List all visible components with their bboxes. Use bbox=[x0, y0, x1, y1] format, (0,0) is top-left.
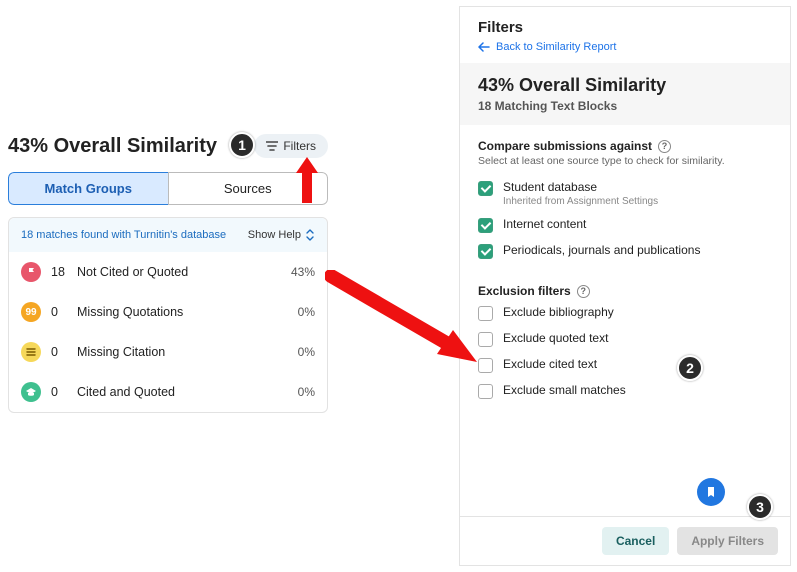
option-label: Exclude cited text bbox=[503, 357, 772, 371]
exclude-bibliography[interactable]: Exclude bibliography bbox=[478, 300, 772, 326]
quote-icon: 99 bbox=[21, 302, 41, 322]
exclude-small-matches[interactable]: Exclude small matches bbox=[478, 378, 772, 404]
option-label: Exclude bibliography bbox=[503, 305, 772, 319]
match-percent: 43% bbox=[291, 265, 315, 279]
filters-button-label: Filters bbox=[283, 139, 316, 153]
match-count: 18 bbox=[51, 265, 67, 279]
cap-icon bbox=[21, 382, 41, 402]
match-count: 0 bbox=[51, 305, 67, 319]
annotation-arrow-diag bbox=[325, 270, 485, 370]
exclude-cited-text[interactable]: Exclude cited text bbox=[478, 352, 772, 378]
exclude-quoted-text[interactable]: Exclude quoted text bbox=[478, 326, 772, 352]
help-icon[interactable]: ? bbox=[658, 140, 671, 153]
match-percent: 0% bbox=[298, 345, 315, 359]
compare-option-internet[interactable]: Internet content bbox=[478, 212, 772, 238]
lines-icon bbox=[21, 342, 41, 362]
option-label: Periodicals, journals and publications bbox=[503, 243, 772, 257]
arrow-left-icon bbox=[478, 42, 490, 52]
compare-desc: Select at least one source type to check… bbox=[478, 155, 772, 167]
option-label: Internet content bbox=[503, 217, 772, 231]
match-count: 0 bbox=[51, 345, 67, 359]
back-to-report-link[interactable]: Back to Similarity Report bbox=[478, 41, 616, 53]
match-label: Missing Quotations bbox=[77, 305, 288, 319]
chevron-sort-icon bbox=[305, 228, 315, 242]
filters-summary: 43% Overall Similarity 18 Matching Text … bbox=[460, 63, 790, 125]
match-groups-card: 18 matches found with Turnitin's databas… bbox=[8, 217, 328, 413]
compare-section: Compare submissions against ? Select at … bbox=[460, 125, 790, 270]
filters-footer: Cancel Apply Filters bbox=[460, 516, 790, 565]
match-label: Missing Citation bbox=[77, 345, 288, 359]
option-label: Student database bbox=[503, 180, 772, 194]
compare-title: Compare submissions against bbox=[478, 139, 652, 153]
checkbox-icon[interactable] bbox=[478, 384, 493, 399]
match-row-not-cited[interactable]: 18 Not Cited or Quoted 43% bbox=[9, 252, 327, 292]
compare-option-student-db[interactable]: Student database Inherited from Assignme… bbox=[478, 175, 772, 212]
show-help-link[interactable]: Show Help bbox=[248, 228, 315, 242]
filters-panel-title: Filters bbox=[478, 19, 772, 36]
apply-filters-button[interactable]: Apply Filters bbox=[677, 527, 778, 555]
checkbox-icon[interactable] bbox=[478, 218, 493, 233]
overall-similarity-title: 43% Overall Similarity bbox=[8, 135, 246, 158]
annotation-badge-1: 1 bbox=[229, 132, 255, 158]
match-count: 0 bbox=[51, 385, 67, 399]
chat-fab[interactable] bbox=[697, 478, 725, 506]
annotation-badge-3: 3 bbox=[747, 494, 773, 520]
annotation-arrow-up bbox=[294, 155, 320, 203]
exclusion-title: Exclusion filters bbox=[478, 284, 571, 298]
flag-icon bbox=[21, 262, 41, 282]
compare-option-journals[interactable]: Periodicals, journals and publications bbox=[478, 238, 772, 264]
match-row-missing-quotations[interactable]: 99 0 Missing Quotations 0% bbox=[9, 292, 327, 332]
match-label: Cited and Quoted bbox=[77, 385, 288, 399]
checkbox-icon[interactable] bbox=[478, 244, 493, 259]
help-icon[interactable]: ? bbox=[577, 285, 590, 298]
match-percent: 0% bbox=[298, 385, 315, 399]
tab-match-groups[interactable]: Match Groups bbox=[8, 172, 168, 205]
show-help-label: Show Help bbox=[248, 229, 301, 241]
tabs: Match Groups Sources bbox=[8, 172, 328, 205]
filter-icon bbox=[266, 141, 278, 151]
match-label: Not Cited or Quoted bbox=[77, 265, 281, 279]
option-label: Exclude quoted text bbox=[503, 331, 772, 345]
cancel-button[interactable]: Cancel bbox=[602, 527, 669, 555]
db-matches-message: 18 matches found with Turnitin's databas… bbox=[21, 229, 226, 241]
back-link-label: Back to Similarity Report bbox=[496, 41, 616, 53]
summary-similarity: 43% Overall Similarity bbox=[478, 75, 772, 96]
option-sublabel: Inherited from Assignment Settings bbox=[503, 196, 772, 207]
exclusion-section: Exclusion filters ? Exclude bibliography… bbox=[460, 270, 790, 410]
checkbox-icon[interactable] bbox=[478, 181, 493, 196]
summary-blocks: 18 Matching Text Blocks bbox=[478, 99, 772, 113]
match-row-cited-quoted[interactable]: 0 Cited and Quoted 0% bbox=[9, 372, 327, 412]
similarity-summary-panel: 43% Overall Similarity Filters Match Gro… bbox=[8, 134, 328, 413]
filters-panel: Filters Back to Similarity Report 43% Ov… bbox=[459, 6, 791, 566]
bookmark-icon bbox=[704, 485, 718, 499]
match-row-missing-citation[interactable]: 0 Missing Citation 0% bbox=[9, 332, 327, 372]
match-percent: 0% bbox=[298, 305, 315, 319]
annotation-badge-2: 2 bbox=[677, 355, 703, 381]
option-label: Exclude small matches bbox=[503, 383, 772, 397]
